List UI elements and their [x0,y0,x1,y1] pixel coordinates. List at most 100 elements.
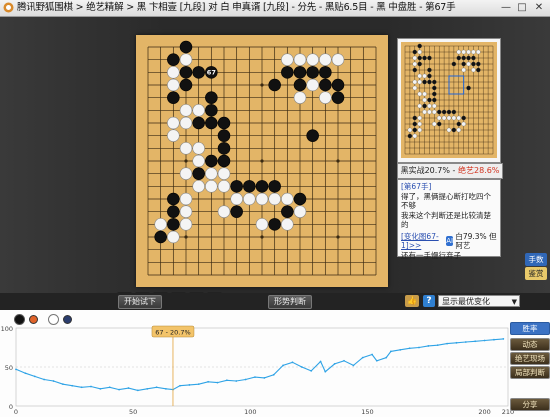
mini-board[interactable] [401,42,497,158]
start-trial-button[interactable]: 开始试下 [118,295,162,309]
mini-black-stone [456,121,462,127]
close-button[interactable]: ✕ [532,1,546,14]
win-rate-bar: 黑实战20.7% - 绝艺28.6% [397,163,503,179]
black-stone [281,205,294,218]
black-stone [192,167,205,180]
black-stone [293,66,307,79]
data-point [71,384,74,387]
rate-separator: - [450,166,458,175]
data-point [127,387,130,389]
mini-white-stone [456,49,462,55]
black-stone [268,218,281,231]
black-stone [217,116,231,130]
x-tick-label: 150 [361,408,373,416]
x-tick-label: 100 [244,408,256,416]
mini-black-stone [422,79,427,85]
help-icon[interactable]: ? [423,295,435,307]
white-stone [179,53,193,66]
win-rate-chart[interactable]: 1005000 50 100 150 200 21067 - 20.7% [0,310,550,417]
black-stone [268,180,281,193]
board-grid[interactable]: 67 [136,35,388,287]
tab-dynamics[interactable]: 动态 [510,338,550,351]
white-stone [319,91,332,104]
mini-black-stone [412,121,418,127]
maximize-button[interactable]: □ [515,1,529,14]
ai-comment-text: 白79.3% 但阿艺 [455,231,497,251]
mini-black-stone [412,115,418,121]
data-point [343,359,345,362]
black-stone [230,180,243,193]
tab-local-judge[interactable]: 局部判断 [510,366,550,379]
variation-dropdown[interactable]: 显示最优变化 ▼ [438,295,520,307]
tab-win-rate[interactable]: 胜率 [510,322,550,335]
mini-white-stone [417,49,422,55]
star-point [184,159,188,163]
mini-black-stone [427,67,432,73]
go-board[interactable]: 67 [136,35,388,287]
data-point [197,383,200,386]
black-rate-label: 黑实战20.7% [400,166,450,175]
mini-white-stone [422,97,427,103]
black-stone [331,91,345,104]
data-point [483,339,486,342]
mini-black-stone [427,79,432,85]
white-stone [192,154,205,168]
white-stone [331,53,345,66]
black-stone [167,192,180,206]
data-point [502,338,505,340]
black-stone [319,78,332,92]
mini-white-stone [407,127,413,133]
mini-board-panel [397,38,501,163]
white-stone [154,218,167,231]
white-stone [281,192,294,206]
white-stone [179,218,193,231]
situation-judge-button[interactable]: 形势判断 [268,295,312,309]
comment-variation-row: [变化图67-1]>> AI 白79.3% 但阿艺 [401,232,497,251]
data-point [291,361,294,364]
mini-white-stone [471,67,476,73]
move-number-tab[interactable]: 手数 [525,253,547,266]
mini-white-stone [461,67,466,73]
x-tick-label: 200 [478,408,490,416]
data-point [427,345,430,347]
mini-white-stone [471,49,476,55]
mini-white-stone [417,127,422,133]
white-stone [167,78,180,92]
white-stone [293,205,307,218]
mini-black-stone [422,55,427,61]
tab-share[interactable]: 分享 [510,398,550,411]
black-stone [179,66,193,79]
mini-black-stone [436,121,442,127]
black-stone [230,205,243,218]
white-rate-label: 绝艺28.6% [457,166,500,175]
mini-white-stone [436,115,442,121]
black-stone [217,154,231,168]
black-stone [167,91,180,104]
data-point [455,341,458,344]
mini-white-stone [466,61,471,67]
mini-white-stone [446,127,452,133]
appreciate-tab[interactable]: 鉴赏 [525,267,547,280]
ai-icon: AI [445,236,454,246]
tab-live[interactable]: 绝艺现场 [510,352,550,365]
mini-white-stone [422,91,427,97]
mini-white-stone [476,49,481,55]
black-stone [154,230,167,244]
mini-white-stone [427,109,432,115]
data-point [493,338,495,341]
black-stone [306,129,319,142]
minimize-button[interactable]: — [499,1,513,14]
mini-black-stone [417,43,422,49]
star-point [260,159,264,163]
black-stone [205,91,218,104]
variation-link[interactable]: [变化图67-1]>> [401,232,444,251]
main-area: 67 黑实战20.7% - 绝艺28.6% [第67手] 得了，黑俩提心断打吃四… [0,17,550,310]
thumbs-up-icon[interactable]: 👍 [405,295,419,307]
mini-white-stone [427,103,432,109]
mini-black-stone [446,109,452,115]
marker-label: 67 - 20.7% [155,328,190,336]
white-stone [243,192,256,206]
white-stone [217,167,231,180]
black-stone [167,218,180,231]
white-stone [167,116,180,130]
